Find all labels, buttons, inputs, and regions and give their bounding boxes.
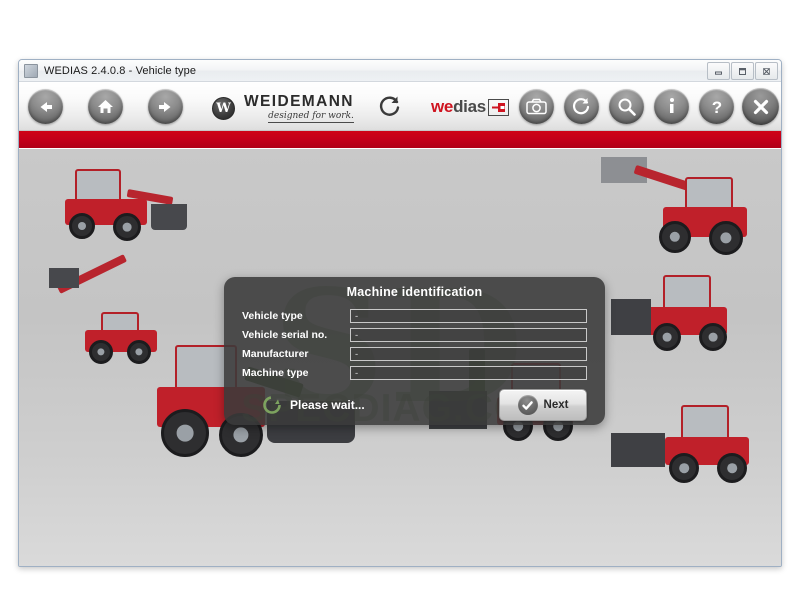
window-title: WEDIAS 2.4.0.8 - Vehicle type <box>44 64 197 77</box>
minimize-button[interactable] <box>707 62 730 80</box>
close-icon <box>751 97 771 117</box>
exit-application-button[interactable] <box>742 88 779 125</box>
input-vehicle-serial-no[interactable]: - <box>350 327 587 342</box>
question-mark-icon: ? <box>709 97 725 117</box>
svg-text:?: ? <box>711 98 721 117</box>
weidemann-name: WEIDEMANN <box>244 93 354 110</box>
input-manufacturer[interactable]: - <box>350 346 587 361</box>
wrench-icon <box>487 98 509 116</box>
main-toolbar: W WEIDEMANN designed for work. we dias ? <box>19 82 781 131</box>
loading-spinner-icon <box>262 395 282 415</box>
machine-image-7 <box>607 397 767 507</box>
label-manufacturer: Manufacturer <box>242 347 309 360</box>
refresh-icon <box>377 96 403 123</box>
wedias-logo-part2: dias <box>453 97 486 116</box>
status-text: Please wait... <box>290 398 365 412</box>
weidemann-logo: W WEIDEMANN designed for work. <box>212 94 354 123</box>
screenshot-button[interactable] <box>519 89 554 124</box>
machine-identification-dialog: Machine identification Vehicle type - Ve… <box>224 277 605 425</box>
field-row-manufacturer: Manufacturer - <box>242 346 587 361</box>
brand-accent-stripe <box>19 131 781 149</box>
checkmark-icon <box>517 395 538 415</box>
back-button[interactable] <box>28 89 63 124</box>
field-row-vehicle-type: Vehicle type - <box>242 308 587 323</box>
title-bar: WEDIAS 2.4.0.8 - Vehicle type <box>19 60 781 82</box>
weidemann-mark-icon: W <box>212 96 235 120</box>
forward-button[interactable] <box>148 89 183 124</box>
wedias-logo: we dias <box>431 97 509 117</box>
dialog-footer: Please wait... Next <box>242 389 587 421</box>
machine-image-1 <box>55 159 187 249</box>
field-row-machine-type: Machine type - <box>242 365 587 380</box>
maximize-button[interactable] <box>731 62 754 80</box>
info-button[interactable] <box>654 89 689 124</box>
next-button-label: Next <box>543 399 569 411</box>
forward-arrow-icon <box>156 100 175 114</box>
home-button[interactable] <box>88 89 123 124</box>
machine-image-6 <box>607 269 757 379</box>
camera-icon <box>526 98 547 115</box>
dialog-title: Machine identification <box>346 285 483 299</box>
search-button[interactable] <box>609 89 644 124</box>
label-vehicle-type: Vehicle type <box>242 309 303 322</box>
weidemann-tagline: designed for work. <box>268 110 354 123</box>
machine-image-5 <box>597 155 757 270</box>
home-icon <box>96 98 115 115</box>
back-arrow-icon <box>36 100 55 114</box>
input-vehicle-type[interactable]: - <box>350 308 587 323</box>
wedias-logo-part1: we <box>431 97 454 116</box>
reload-page-button[interactable] <box>377 93 403 124</box>
field-row-vehicle-serial-no: Vehicle serial no. - <box>242 327 587 342</box>
application-window: WEDIAS 2.4.0.8 - Vehicle type W WEIDEMAN… <box>18 59 782 567</box>
help-button[interactable]: ? <box>699 89 734 124</box>
info-icon <box>665 97 679 116</box>
sync-button[interactable] <box>564 89 599 124</box>
window-controls <box>707 62 778 80</box>
label-vehicle-serial-no: Vehicle serial no. <box>242 328 328 341</box>
sync-icon <box>571 96 592 117</box>
next-button[interactable]: Next <box>499 389 587 421</box>
search-icon <box>617 97 637 117</box>
content-area: SD SPECDIAG.COM Machine identification V… <box>19 149 781 566</box>
app-icon <box>24 63 38 78</box>
input-machine-type[interactable]: - <box>350 365 587 380</box>
close-window-button[interactable] <box>755 62 778 80</box>
label-machine-type: Machine type <box>242 366 309 379</box>
